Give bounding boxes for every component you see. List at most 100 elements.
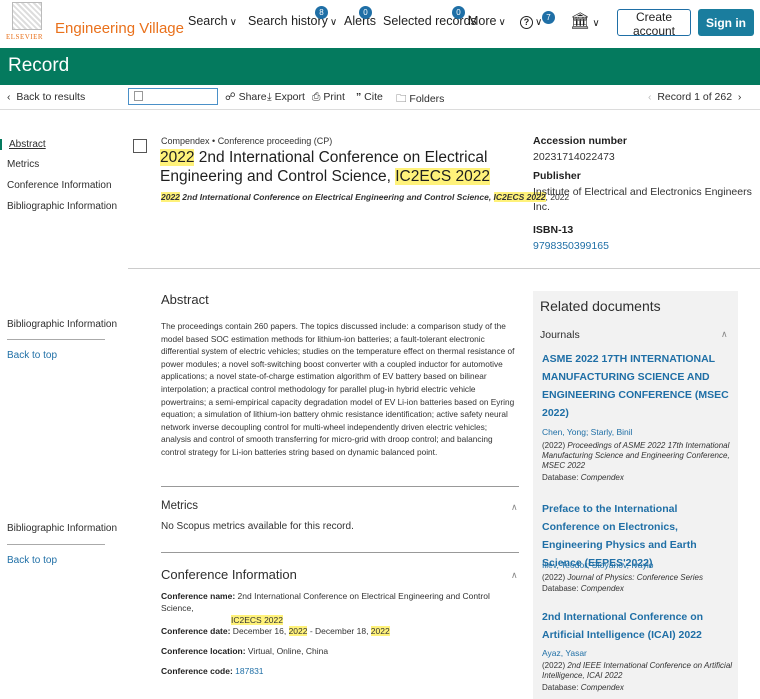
- publisher-label: Publisher: [533, 170, 581, 182]
- related-item-database: Database: Compendex: [542, 473, 624, 482]
- share-button[interactable]: ☍ Share: [225, 91, 267, 103]
- nav-more[interactable]: More ∨: [468, 14, 506, 28]
- divider: [161, 552, 519, 553]
- abstract-heading: Abstract: [161, 292, 209, 307]
- related-item-source-title: 2nd IEEE International Conference on Art…: [542, 661, 733, 680]
- related-item-source: (2022) Journal of Physics: Conference Se…: [542, 573, 738, 583]
- conference-location-value: Virtual, Online, China: [245, 646, 329, 656]
- title-acronym: IC2ECS 2022: [395, 168, 491, 185]
- collapse-journals-icon[interactable]: ∧: [721, 329, 728, 340]
- database-label: Database:: [542, 683, 581, 692]
- page-title: Record: [8, 55, 70, 76]
- sidebar-item-abstract[interactable]: Abstract: [0, 139, 46, 150]
- conference-acronym: IC2ECS 2022: [231, 615, 283, 625]
- back-to-top-link[interactable]: Back to top: [7, 555, 57, 566]
- collapse-metrics-icon[interactable]: ∧: [511, 502, 518, 513]
- database-label: Database:: [542, 473, 581, 482]
- broken-image-placeholder: [128, 88, 218, 105]
- conference-code-label: Conference code:: [161, 666, 233, 676]
- back-to-results-link[interactable]: ‹ Back to results: [7, 91, 85, 103]
- print-button[interactable]: ⎙ Print: [312, 91, 345, 104]
- top-navigation: ELSEVIER Engineering Village Search ∨ Sea…: [0, 0, 760, 48]
- nav-alerts[interactable]: Alerts 0: [344, 6, 376, 28]
- cite-button[interactable]: ” Cite: [356, 91, 383, 103]
- related-item-database: Database: Compendex: [542, 584, 624, 593]
- conference-date-start: December 16,: [230, 626, 289, 636]
- brand-name[interactable]: Engineering Village: [55, 20, 184, 37]
- tree-logo-icon: [12, 2, 42, 30]
- bibliographic-jump-link[interactable]: Bibliographic Information: [7, 319, 117, 330]
- nav-help[interactable]: ? ∨ 7: [520, 11, 555, 29]
- help-icon: ?: [520, 16, 533, 29]
- elsevier-logo[interactable]: ELSEVIER: [6, 2, 50, 44]
- document-title: 2022 2nd International Conference on Ele…: [160, 148, 525, 186]
- database-name: Compendex: [580, 683, 624, 692]
- collapse-conference-icon[interactable]: ∧: [511, 570, 518, 581]
- accession-value: 20231714022473: [533, 151, 615, 163]
- selected-count-badge: 0: [452, 6, 465, 19]
- record-toolbar: ‹ Back to results ☍ Share ⤓ Export ⎙ Pri…: [0, 85, 760, 110]
- create-account-button[interactable]: Create account: [617, 9, 691, 38]
- divider: [161, 486, 519, 487]
- download-icon: ⤓: [267, 91, 272, 103]
- isbn-link[interactable]: 9798350399165: [533, 239, 753, 254]
- conference-code-link[interactable]: 187831: [235, 666, 263, 676]
- metrics-text: No Scopus metrics available for this rec…: [161, 521, 354, 532]
- nav-institution[interactable]: 🏛 ∨: [570, 11, 600, 31]
- related-documents-panel: Related documents Journals ∧ ASME 2022 1…: [533, 291, 738, 699]
- journals-label: Journals: [540, 329, 580, 341]
- related-item-source: (2022) 2nd IEEE International Conference…: [542, 661, 738, 681]
- related-item-title[interactable]: 2nd International Conference on Artifici…: [542, 608, 738, 644]
- sidebar-item-metrics[interactable]: Metrics: [7, 159, 39, 170]
- logo-wordmark: ELSEVIER: [6, 33, 44, 41]
- related-item-authors[interactable]: Ayaz, Yasar: [542, 648, 587, 658]
- cite-text: 2nd International Conference on Electric…: [179, 192, 494, 202]
- related-item-year: (2022): [542, 661, 568, 670]
- accession-label: Accession number: [533, 135, 627, 147]
- sidebar-item-bibliographic[interactable]: Bibliographic Information: [7, 201, 117, 212]
- related-item-database: Database: Compendex: [542, 683, 624, 692]
- previous-record-icon[interactable]: ‹: [648, 91, 652, 103]
- back-to-top-link[interactable]: Back to top: [7, 350, 57, 361]
- nav-search[interactable]: Search ∨: [188, 14, 237, 28]
- image-icon: [134, 91, 143, 101]
- related-item-source: (2022) Proceedings of ASME 2022 17th Int…: [542, 441, 738, 471]
- divider: [7, 339, 105, 340]
- export-label: Export: [274, 91, 305, 103]
- select-record-checkbox[interactable]: [133, 139, 147, 153]
- conference-date-year-start: 2022: [288, 626, 308, 636]
- bibliographic-jump-link[interactable]: Bibliographic Information: [7, 523, 117, 534]
- related-item-source-title: Proceedings of ASME 2022 17th Internatio…: [542, 441, 730, 470]
- sign-in-button[interactable]: Sign in: [698, 9, 754, 36]
- related-item-title[interactable]: ASME 2022 17TH INTERNATIONAL MANUFACTURI…: [542, 350, 738, 422]
- next-record-icon[interactable]: ›: [738, 91, 742, 103]
- conference-date-end: - December 18,: [307, 626, 371, 636]
- conference-heading: Conference Information: [161, 567, 297, 582]
- share-icon: ☍: [225, 91, 236, 103]
- print-label: Print: [323, 91, 345, 103]
- abstract-text: The proceedings contain 260 papers. The …: [161, 321, 515, 457]
- chevron-down-icon: ∨: [329, 17, 338, 28]
- record-pager: ‹ Record 1 of 262 ›: [648, 91, 741, 103]
- chevron-down-icon: ∨: [229, 17, 237, 28]
- conference-location-row: Conference location: Virtual, Online, Ch…: [161, 645, 521, 657]
- related-item-authors[interactable]: Chen, Yong; Starly, Binil: [542, 427, 633, 437]
- printer-icon: ⎙: [312, 91, 321, 103]
- source-database: Compendex: [161, 136, 210, 146]
- database-name: Compendex: [580, 584, 624, 593]
- chevron-down-icon: ∨: [498, 17, 506, 28]
- export-button[interactable]: ⤓ Export: [267, 91, 305, 104]
- nav-selected-records[interactable]: Selected records 0: [383, 6, 477, 28]
- chevron-left-icon: ‹: [7, 91, 11, 103]
- related-item-authors[interactable]: Iliev, Teodor; Stoyanov, Ivaylo: [542, 560, 654, 570]
- document-type: Conference proceeding (CP): [217, 136, 333, 146]
- folders-button[interactable]: 🗀 Folders: [396, 91, 444, 109]
- divider: [128, 268, 760, 269]
- sidebar-item-conference[interactable]: Conference Information: [7, 180, 112, 191]
- source-line: Compendex • Conference proceeding (CP): [161, 136, 333, 146]
- isbn-label: ISBN-13: [533, 224, 574, 236]
- database-name: Compendex: [580, 473, 624, 482]
- metrics-heading: Metrics: [161, 500, 199, 512]
- chevron-down-icon: ∨: [592, 18, 600, 29]
- nav-search-history[interactable]: Search history ∨ 8: [248, 6, 338, 28]
